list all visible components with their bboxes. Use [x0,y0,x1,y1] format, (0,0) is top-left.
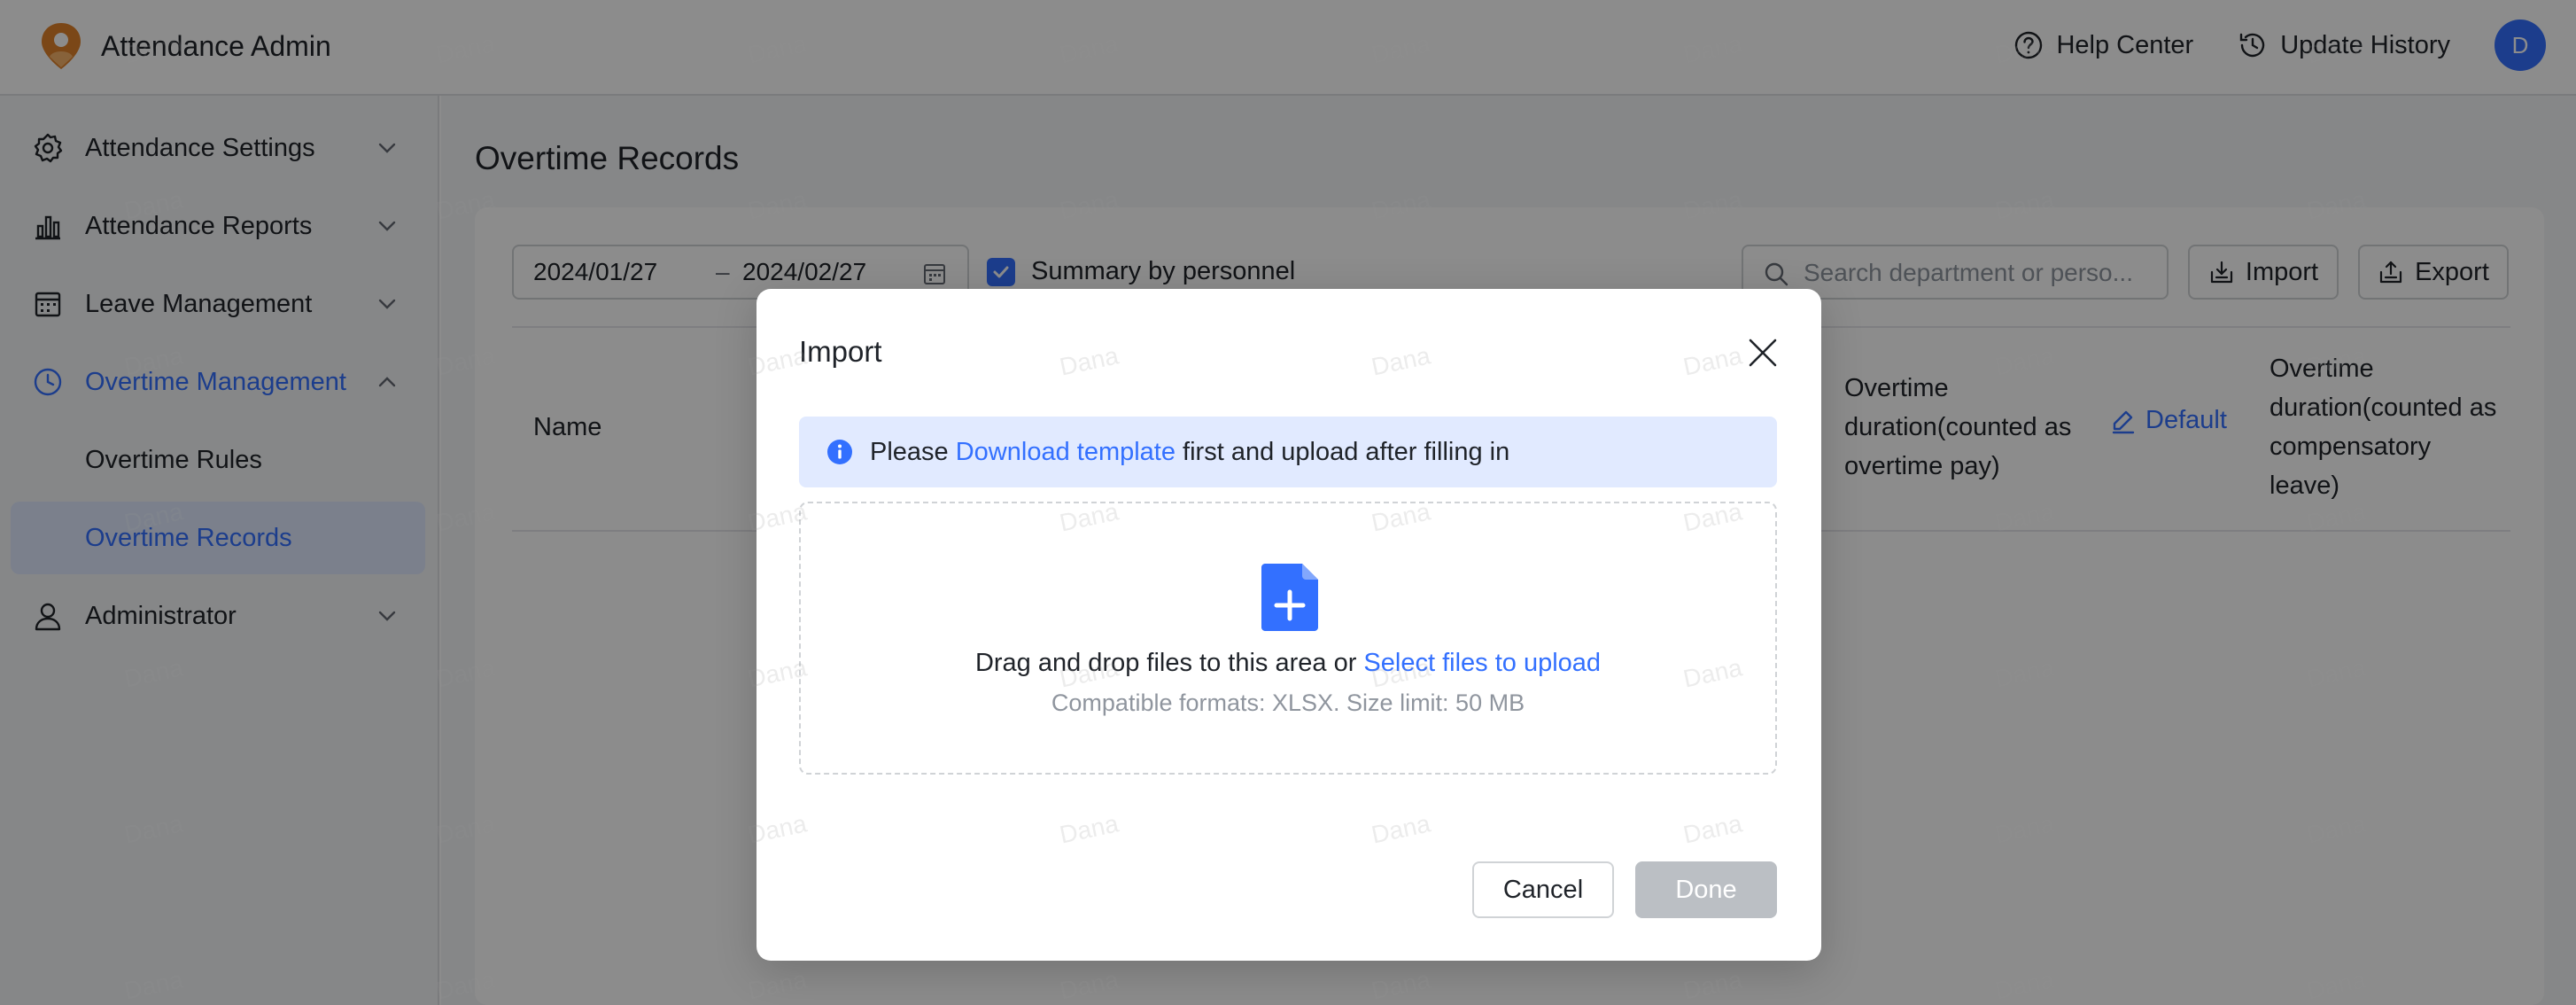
dialog-title: Import [799,335,882,368]
banner-text: Please Download template first and uploa… [870,438,1509,467]
select-files-link[interactable]: Select files to upload [1363,649,1601,677]
import-dialog: Import Please Download template first an… [757,289,1821,961]
close-icon[interactable] [1745,335,1781,370]
download-template-link[interactable]: Download template [956,438,1175,466]
cancel-button[interactable]: Cancel [1472,861,1614,918]
banner-suffix: first and upload after filling in [1175,437,1510,466]
info-icon [827,440,852,464]
file-dropzone[interactable]: Drag and drop files to this area or Sele… [799,502,1777,775]
done-button[interactable]: Done [1635,861,1777,918]
drop-text: Drag and drop files to this area or [974,649,1364,677]
info-banner: Please Download template first and uploa… [799,417,1777,487]
file-add-icon [1261,564,1318,631]
dropzone-text: Drag and drop files to this area or Sele… [801,649,1775,678]
banner-prefix: Please [870,437,956,466]
formats-hint: Compatible formats: XLSX. Size limit: 50… [1051,689,1525,716]
